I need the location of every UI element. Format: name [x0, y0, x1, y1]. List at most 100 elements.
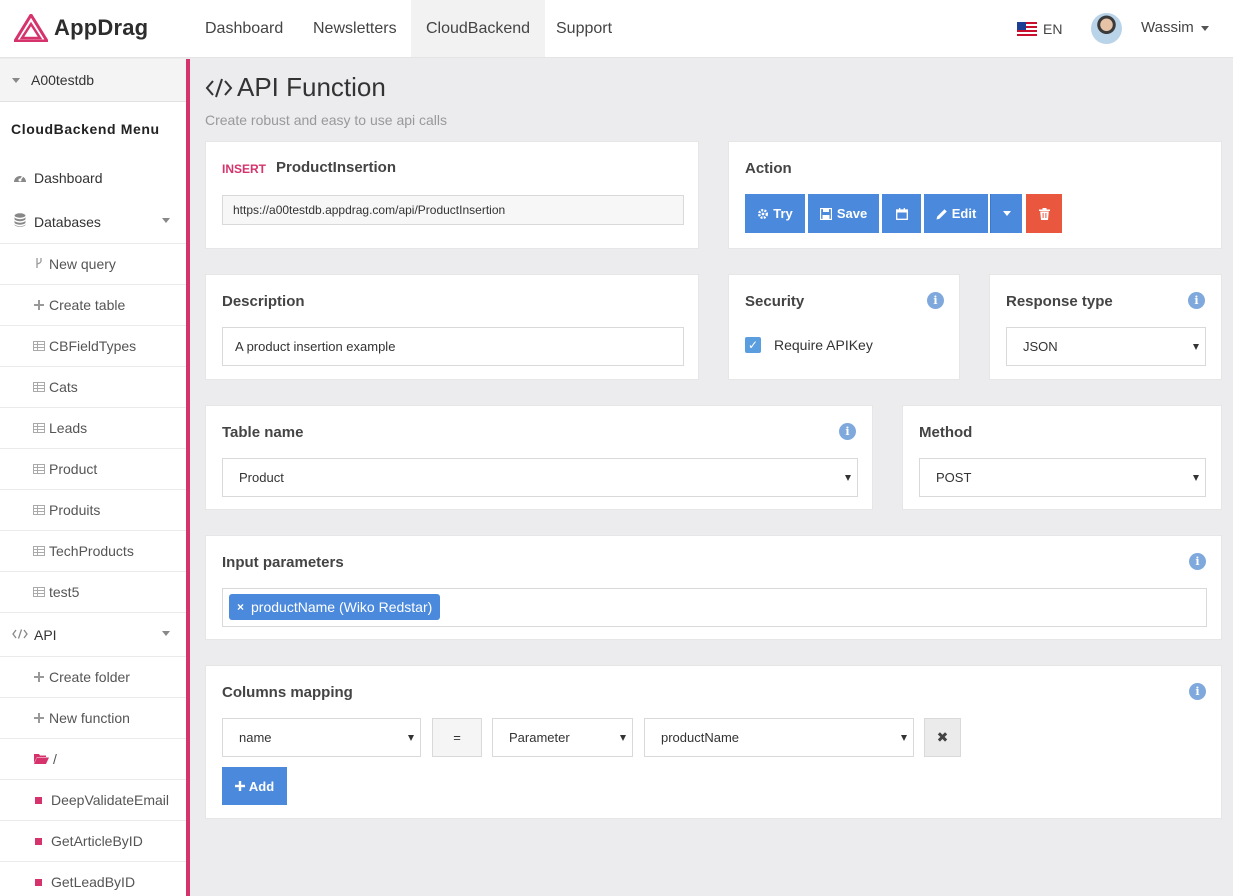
user-name: Wassim: [1141, 19, 1194, 36]
delete-button[interactable]: [1026, 194, 1062, 233]
sidebar-item-databases[interactable]: Databases: [0, 200, 186, 244]
sidebar-item-cats[interactable]: Cats: [0, 367, 186, 408]
info-icon[interactable]: i: [927, 292, 944, 309]
plus-icon: [234, 781, 245, 791]
info-icon[interactable]: i: [1189, 683, 1206, 700]
sidebar-item-create-folder[interactable]: Create folder: [0, 657, 186, 698]
info-icon[interactable]: i: [1189, 553, 1206, 570]
table-name-card: Table name i Product: [205, 405, 873, 510]
add-mapping-button[interactable]: Add: [222, 767, 287, 805]
function-url-field[interactable]: https://a00testdb.appdrag.com/api/Produc…: [222, 195, 684, 225]
sidebar-item-create-table[interactable]: Create table: [0, 285, 186, 326]
table-icon: [33, 503, 45, 518]
database-icon: [12, 213, 28, 230]
nav-cloudbackend[interactable]: CloudBackend: [411, 0, 546, 57]
sidebar-item-label: Product: [49, 461, 98, 477]
description-title: Description: [222, 293, 305, 310]
square-icon: [35, 837, 42, 845]
response-type-value: JSON: [1023, 339, 1058, 354]
nav-newsletters[interactable]: Newsletters: [298, 0, 412, 57]
save-label: Save: [836, 206, 868, 221]
select-arrow-icon: [408, 734, 414, 741]
sidebar-item-label: Leads: [49, 420, 88, 436]
edit-button[interactable]: Edit: [924, 194, 988, 233]
sidebar-item-dashboard[interactable]: Dashboard: [0, 156, 186, 200]
nav-dashboard[interactable]: Dashboard: [190, 0, 298, 57]
branch-icon: [33, 257, 45, 272]
sidebar-item-label: CBFieldTypes: [49, 338, 137, 354]
info-icon[interactable]: i: [839, 423, 856, 440]
caret-down-icon: [12, 77, 20, 83]
save-button[interactable]: Save: [808, 194, 879, 233]
mapping-column-select[interactable]: name: [222, 718, 421, 757]
info-icon[interactable]: i: [1188, 292, 1205, 309]
mapping-operator: =: [432, 718, 482, 757]
table-name-select[interactable]: Product: [222, 458, 858, 497]
database-selector[interactable]: A00testdb: [0, 59, 186, 102]
remove-tag-icon[interactable]: ×: [237, 600, 244, 614]
plus-icon: [33, 711, 45, 726]
code-icon: [12, 627, 28, 642]
sidebar-item-label: Cats: [49, 379, 78, 395]
pencil-icon: [936, 208, 947, 219]
description-input[interactable]: A product insertion example: [222, 327, 684, 366]
schedule-button[interactable]: [882, 194, 921, 233]
columns-mapping-card: Columns mapping i name = Parameter produ…: [205, 665, 1222, 819]
mapping-source-select[interactable]: Parameter: [492, 718, 633, 757]
calendar-icon: [895, 207, 908, 220]
method-select[interactable]: POST: [919, 458, 1206, 497]
avatar[interactable]: [1091, 13, 1122, 44]
response-type-select[interactable]: JSON: [1006, 327, 1206, 366]
sidebar-item-new-query[interactable]: New query: [0, 244, 186, 285]
method-value: POST: [936, 470, 972, 485]
user-menu[interactable]: Wassim: [1141, 0, 1209, 57]
sidebar-item-produits[interactable]: Produits: [0, 490, 186, 531]
nav-support[interactable]: Support: [541, 0, 627, 57]
sidebar-item-label: DeepValidateEmail: [51, 792, 170, 808]
remove-mapping-button[interactable]: ✖: [924, 718, 961, 757]
sidebar-item-test5[interactable]: test5: [0, 572, 186, 613]
require-apikey-checkbox[interactable]: ✓: [745, 337, 761, 353]
sidebar-item-new-function[interactable]: New function: [0, 698, 186, 739]
mapping-value-select[interactable]: productName: [644, 718, 914, 757]
sidebar-item-deepvalidateemail[interactable]: DeepValidateEmail: [0, 780, 186, 821]
method-type-badge: INSERT: [222, 162, 267, 176]
sidebar-item-cbfieldtypes[interactable]: CBFieldTypes: [0, 326, 186, 367]
mapping-operator-value: =: [453, 730, 461, 745]
security-title: Security: [745, 293, 805, 310]
sidebar-item-label: test5: [49, 584, 80, 600]
sidebar-item-leads[interactable]: Leads: [0, 408, 186, 449]
folder-open-icon: [33, 752, 49, 767]
sidebar-item-product[interactable]: Product: [0, 449, 186, 490]
input-parameters-tag-input[interactable]: × productName (Wiko Redstar): [222, 588, 1207, 627]
sidebar-item-techproducts[interactable]: TechProducts: [0, 531, 186, 572]
language-selector[interactable]: EN: [1017, 0, 1062, 57]
try-button[interactable]: Try: [745, 194, 805, 233]
description-card: Description A product insertion example: [205, 274, 699, 380]
sidebar-item-label: Create table: [49, 297, 126, 313]
function-name: ProductInsertion: [276, 159, 397, 176]
select-arrow-icon: [1193, 343, 1199, 350]
require-apikey-label: Require APIKey: [774, 337, 873, 353]
gear-icon: [758, 208, 769, 219]
edit-label: Edit: [951, 206, 977, 221]
select-arrow-icon: [1193, 474, 1199, 481]
app-logo[interactable]: AppDrag: [14, 12, 148, 44]
sidebar-item-api[interactable]: API: [0, 613, 186, 657]
table-icon: [33, 380, 45, 395]
sidebar-item-label: Databases: [34, 213, 101, 230]
action-title: Action: [745, 160, 792, 177]
sidebar-item-root-folder[interactable]: /: [0, 739, 186, 780]
select-arrow-icon: [845, 474, 851, 481]
mapping-column-value: name: [239, 730, 272, 745]
edit-dropdown-button[interactable]: [990, 194, 1022, 233]
plus-icon: [33, 298, 45, 313]
sidebar-item-getleadbyid[interactable]: GetLeadByID: [0, 862, 186, 896]
table-icon: [33, 462, 45, 477]
input-parameters-card: Input parameters i × productName (Wiko R…: [205, 535, 1222, 640]
save-icon: [819, 207, 832, 220]
sidebar-item-getarticlebyid[interactable]: GetArticleByID: [0, 821, 186, 862]
parameter-tag[interactable]: × productName (Wiko Redstar): [229, 594, 441, 620]
sidebar-item-label: Produits: [49, 502, 101, 518]
select-arrow-icon: [901, 734, 907, 741]
